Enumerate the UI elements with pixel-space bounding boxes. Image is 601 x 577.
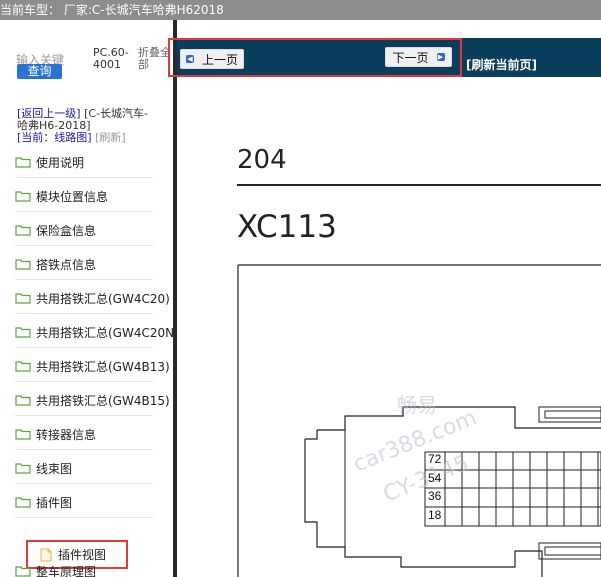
refresh-link[interactable]: [刷新] — [95, 131, 126, 144]
folder-icon — [15, 191, 31, 202]
tree-item[interactable]: 模块位置信息 — [15, 187, 108, 205]
prev-page-button[interactable]: ◀ 上一页 — [180, 49, 244, 69]
tree-item-label: 搭铁点信息 — [36, 257, 97, 272]
tree-item[interactable]: 共用搭铁汇总(GW4C20) — [15, 289, 170, 307]
sidebar: 输入关键 查询 PC.60-4001 折叠全部 [返回上一级] [C-长城汽车-… — [0, 20, 173, 577]
folder-icon — [15, 327, 31, 338]
tree-separator — [15, 381, 153, 382]
arrow-left-icon: ◀ — [185, 55, 194, 63]
tree-item-wiring-diagram[interactable]: 整车原理图 — [15, 562, 96, 577]
folder-icon — [15, 429, 31, 440]
folder-icon — [15, 259, 31, 270]
folder-icon — [15, 225, 31, 236]
tree-separator — [15, 347, 153, 348]
tree-separator — [15, 211, 153, 212]
tree-item[interactable]: 共用搭铁汇总(GW4B13) — [15, 357, 170, 375]
tree-separator — [15, 483, 153, 484]
folder-icon — [15, 497, 31, 508]
tree-separator — [15, 415, 153, 416]
tree-item[interactable]: 共用搭铁汇总(GW4C20NT) — [15, 323, 173, 341]
tree-item-label: 转接器信息 — [36, 427, 97, 442]
tree-separator — [15, 517, 153, 518]
prev-page-label: 上一页 — [201, 52, 238, 67]
tree-item[interactable]: 线束图 — [15, 459, 72, 477]
connector-diagram: 畅易 car388.com CY-3145 — [237, 264, 601, 577]
arrow-right-icon: ▶ — [436, 53, 445, 61]
tree-separator — [15, 279, 153, 280]
breadcrumb: [返回上一级] [C-长城汽车-哈弗H6-2018] [当前：线路图] [刷新] — [17, 108, 157, 144]
page-toolbar: ◀ 上一页 下一页 ▶ [刷新当前页] — [168, 38, 601, 77]
tree-item-label: 共用搭铁汇总(GW4C20) — [36, 291, 170, 306]
tree-item[interactable]: 共用搭铁汇总(GW4B15) — [15, 391, 170, 409]
folder-icon — [15, 395, 31, 406]
next-page-label: 下一页 — [392, 50, 429, 65]
folder-icon — [15, 293, 31, 304]
search-button[interactable]: 查询 — [17, 64, 62, 79]
breadcrumb-current: [当前：线路图] — [17, 131, 92, 144]
folder-icon — [15, 157, 31, 168]
tree-item-label: 插件图 — [36, 495, 73, 510]
tree-item[interactable]: 搭铁点信息 — [15, 255, 96, 273]
tree-item-label: 线束图 — [36, 461, 73, 476]
tree-item-label: 插件视图 — [58, 548, 107, 562]
pin-label: 18 — [428, 507, 442, 522]
folder-icon — [15, 361, 31, 372]
header-bar: 当前车型： 厂家:C-长城汽车哈弗H62018 — [0, 0, 601, 20]
tree-item[interactable]: 使用说明 — [15, 153, 84, 171]
tree-item[interactable]: 插件图 — [15, 493, 72, 511]
pin-label: 72 — [428, 452, 442, 466]
watermark-text: 畅易 — [397, 393, 437, 417]
tree-item-label: 共用搭铁汇总(GW4B15) — [36, 393, 170, 408]
tree-item[interactable]: 转接器信息 — [15, 425, 96, 443]
refresh-page-link[interactable]: [刷新当前页] — [466, 56, 537, 73]
tree-item-label: 保险盒信息 — [36, 223, 97, 238]
pc-code: PC.60-4001 — [93, 46, 129, 71]
next-page-button[interactable]: 下一页 ▶ — [385, 47, 452, 67]
folder-icon — [15, 463, 31, 474]
vehicle-title: 当前车型： 厂家:C-长城汽车哈弗H62018 — [0, 3, 224, 17]
tree-item-label: 使用说明 — [36, 155, 85, 170]
pin-label: 54 — [428, 470, 442, 485]
tree-separator — [15, 177, 153, 178]
tree-separator — [15, 245, 153, 246]
pin-label: 36 — [428, 489, 442, 503]
tree-separator — [15, 449, 153, 450]
tree-separator — [15, 313, 153, 314]
tree-item-label: 共用搭铁汇总(GW4C20NT) — [36, 325, 173, 340]
tree-item-label: 整车原理图 — [36, 564, 97, 577]
tree-item-label: 模块位置信息 — [36, 189, 109, 204]
document-viewer: 204 XC113 畅易 car388.com CY-3145 72 54 36 18 — [177, 77, 601, 577]
tree-item[interactable]: 保险盒信息 — [15, 221, 96, 239]
folder-icon — [15, 566, 31, 577]
tree-item-label: 共用搭铁汇总(GW4B13) — [36, 359, 170, 374]
document-icon — [40, 548, 52, 561]
